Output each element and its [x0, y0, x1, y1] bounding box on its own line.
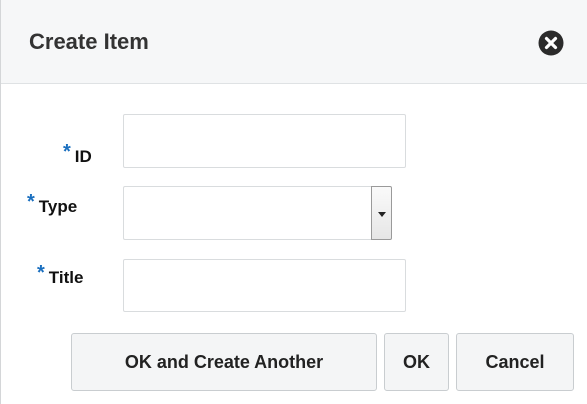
title-input[interactable] [123, 259, 406, 312]
required-marker: * [37, 262, 45, 284]
type-select-value[interactable] [123, 186, 371, 240]
id-input[interactable] [123, 114, 406, 168]
type-select[interactable] [123, 186, 392, 240]
create-item-dialog: Create Item * ID * Type * Title OK and Crea… [0, 0, 587, 404]
id-label-text: ID [74, 147, 92, 166]
id-label: * ID [63, 141, 92, 168]
title-label-text: Title [48, 268, 84, 287]
dialog-header: Create Item [1, 0, 587, 84]
type-dropdown-button[interactable] [371, 186, 392, 240]
close-icon[interactable] [538, 30, 564, 56]
title-label: * Title [37, 262, 84, 289]
required-marker: * [27, 191, 35, 213]
ok-and-create-another-button[interactable]: OK and Create Another [71, 333, 377, 391]
cancel-button[interactable]: Cancel [456, 333, 574, 391]
dialog-title: Create Item [29, 29, 149, 54]
ok-button[interactable]: OK [384, 333, 449, 391]
type-label: * Type [27, 191, 78, 218]
required-marker: * [63, 141, 71, 163]
chevron-down-icon [378, 212, 386, 217]
type-label-text: Type [38, 197, 78, 216]
